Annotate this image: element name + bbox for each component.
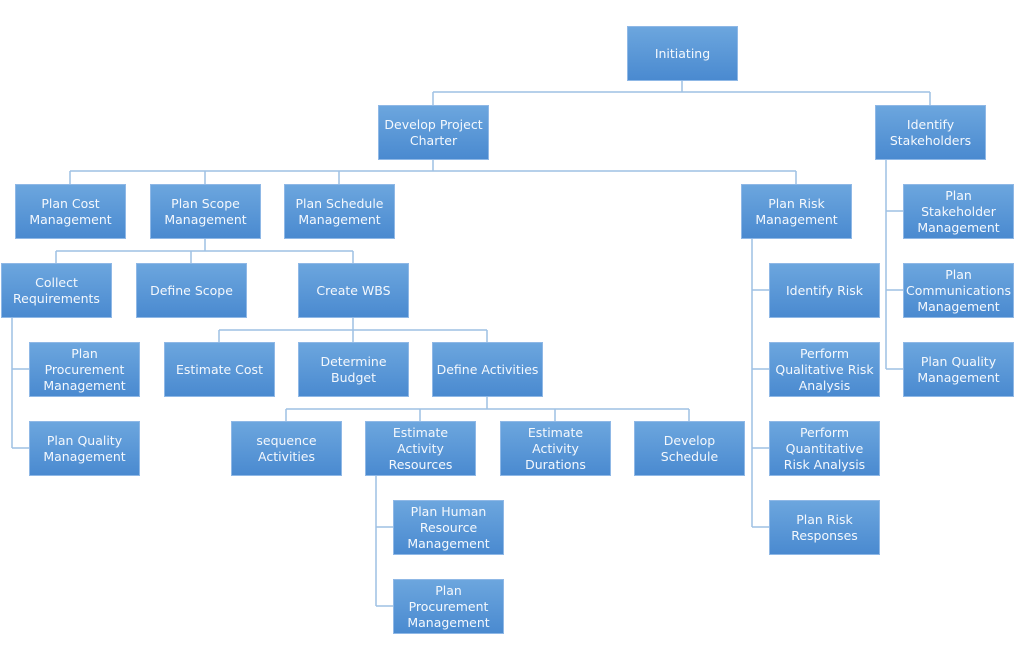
node-estimate-activity-durations: Estimate Activity Durations	[500, 421, 611, 476]
connector-scope	[55, 239, 354, 263]
connector-activities	[285, 397, 690, 421]
node-initiating: Initiating	[627, 26, 738, 81]
node-plan-quality-management: Plan Quality Management	[29, 421, 140, 476]
node-plan-risk-management: Plan Risk Management	[741, 184, 852, 239]
connector-charter	[69, 160, 797, 184]
connector-risk	[751, 239, 769, 528]
process-tree-diagram: Initiating Develop Project Charter Ident…	[0, 0, 1024, 660]
node-plan-cost-management: Plan Cost Management	[15, 184, 126, 239]
node-plan-communications-management: Plan Communications Management	[903, 263, 1014, 318]
node-sequence-activities: sequence Activities	[231, 421, 342, 476]
node-estimate-activity-resources: Estimate Activity Resources	[365, 421, 476, 476]
connectors	[11, 81, 931, 607]
node-plan-procurement-management: Plan Procurement Management	[393, 579, 504, 634]
node-identify-risk: Identify Risk	[769, 263, 880, 318]
node-create-wbs: Create WBS	[298, 263, 409, 318]
connector-resources	[375, 476, 393, 607]
node-plan-quality-management: Plan Quality Management	[903, 342, 1014, 397]
node-perform-qualitative-risk-analysis: Perform Qualitative Risk Analysis	[769, 342, 880, 397]
node-develop-schedule: Develop Schedule	[634, 421, 745, 476]
node-plan-human-resource-management: Plan Human Resource Management	[393, 500, 504, 555]
node-perform-quantitative-risk-analysis: Perform Quantitative Risk Analysis	[769, 421, 880, 476]
connector-initiating	[432, 81, 931, 105]
node-define-scope: Define Scope	[136, 263, 247, 318]
node-collect-requirements: Collect Requirements	[1, 263, 112, 318]
node-plan-scope-management: Plan Scope Management	[150, 184, 261, 239]
node-estimate-cost: Estimate Cost	[164, 342, 275, 397]
node-plan-procurement-management: Plan Procurement Management	[29, 342, 140, 397]
node-identify-stakeholders: Identify Stakeholders	[875, 105, 986, 160]
connector-requirements	[11, 318, 29, 449]
node-plan-risk-responses: Plan Risk Responses	[769, 500, 880, 555]
node-plan-stakeholder-management: Plan Stakeholder Management	[903, 184, 1014, 239]
connector-stakeholders	[885, 160, 903, 370]
node-define-activities: Define Activities	[432, 342, 543, 397]
node-develop-project-charter: Develop Project Charter	[378, 105, 489, 160]
connector-wbs	[218, 318, 488, 342]
node-plan-schedule-management: Plan Schedule Management	[284, 184, 395, 239]
node-determine-budget: Determine Budget	[298, 342, 409, 397]
